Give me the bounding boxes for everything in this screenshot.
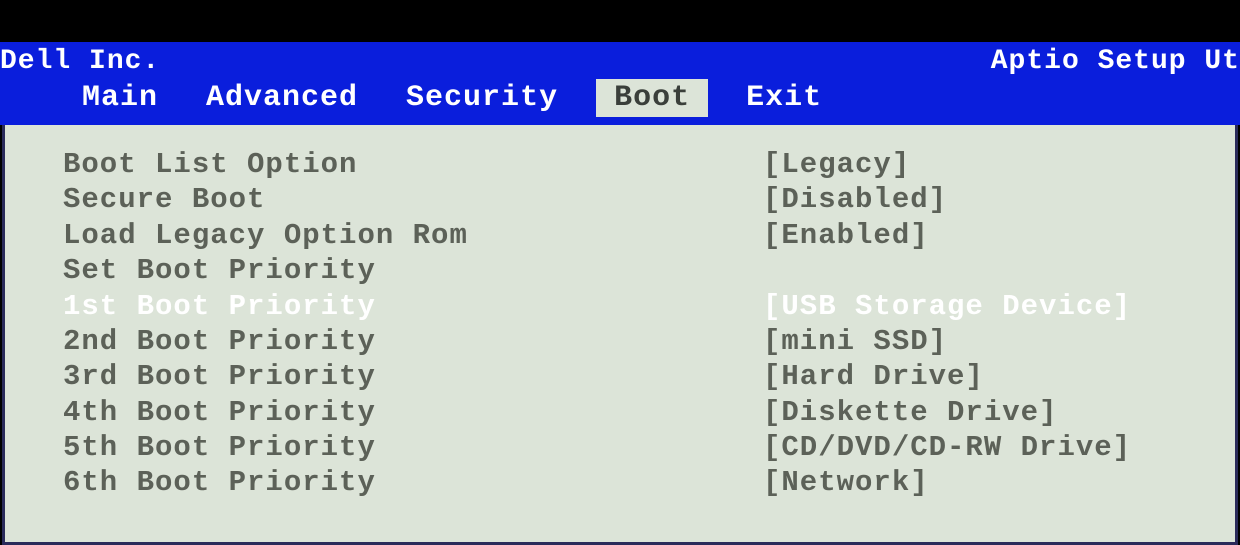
setting-label: 1st Boot Priority: [63, 289, 763, 324]
tab-advanced[interactable]: Advanced: [196, 79, 368, 117]
setting-value: [CD/DVD/CD-RW Drive]: [763, 430, 1177, 465]
setting-value: [Hard Drive]: [763, 359, 1177, 394]
tab-bar: Main Advanced Security Boot Exit: [0, 79, 1240, 117]
setting-4th-boot-priority[interactable]: 4th Boot Priority [Diskette Drive]: [63, 395, 1177, 430]
setting-value: [Diskette Drive]: [763, 395, 1177, 430]
setting-label: Set Boot Priority: [63, 253, 763, 288]
setting-label: 4th Boot Priority: [63, 395, 763, 430]
utility-label: Aptio Setup Ut: [991, 46, 1240, 77]
setting-secure-boot[interactable]: Secure Boot [Disabled]: [63, 182, 1177, 217]
settings-panel: Boot List Option [Legacy] Secure Boot [D…: [2, 125, 1238, 545]
tab-main[interactable]: Main: [72, 79, 168, 117]
header-bar: Dell Inc. Aptio Setup Ut Main Advanced S…: [0, 42, 1240, 125]
setting-label: 6th Boot Priority: [63, 465, 763, 500]
tab-security[interactable]: Security: [396, 79, 568, 117]
tab-exit[interactable]: Exit: [736, 79, 832, 117]
vendor-label: Dell Inc.: [0, 46, 160, 77]
setting-2nd-boot-priority[interactable]: 2nd Boot Priority [mini SSD]: [63, 324, 1177, 359]
setting-load-legacy-option-rom[interactable]: Load Legacy Option Rom [Enabled]: [63, 218, 1177, 253]
setting-value: [Enabled]: [763, 218, 1177, 253]
setting-label: Load Legacy Option Rom: [63, 218, 763, 253]
setting-3rd-boot-priority[interactable]: 3rd Boot Priority [Hard Drive]: [63, 359, 1177, 394]
setting-label: 2nd Boot Priority: [63, 324, 763, 359]
setting-6th-boot-priority[interactable]: 6th Boot Priority [Network]: [63, 465, 1177, 500]
setting-value: [Legacy]: [763, 147, 1177, 182]
setting-label: 3rd Boot Priority: [63, 359, 763, 394]
bios-screen: Dell Inc. Aptio Setup Ut Main Advanced S…: [0, 0, 1240, 534]
setting-5th-boot-priority[interactable]: 5th Boot Priority [CD/DVD/CD-RW Drive]: [63, 430, 1177, 465]
setting-1st-boot-priority[interactable]: 1st Boot Priority [USB Storage Device]: [63, 289, 1177, 324]
setting-value: [mini SSD]: [763, 324, 1177, 359]
setting-set-boot-priority: Set Boot Priority: [63, 253, 1177, 288]
header-top: Dell Inc. Aptio Setup Ut: [0, 46, 1240, 79]
setting-label: 5th Boot Priority: [63, 430, 763, 465]
setting-value: [Disabled]: [763, 182, 1177, 217]
setting-value: [763, 253, 1177, 288]
setting-boot-list-option[interactable]: Boot List Option [Legacy]: [63, 147, 1177, 182]
setting-label: Boot List Option: [63, 147, 763, 182]
setting-value: [Network]: [763, 465, 1177, 500]
setting-label: Secure Boot: [63, 182, 763, 217]
setting-value: [USB Storage Device]: [763, 289, 1177, 324]
tab-boot[interactable]: Boot: [596, 79, 708, 117]
